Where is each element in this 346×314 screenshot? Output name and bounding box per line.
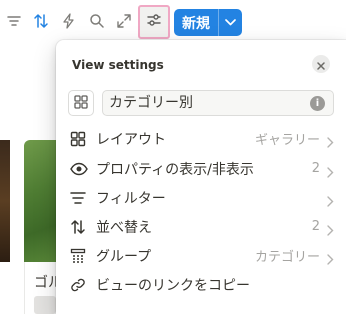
chevron-right-icon [327, 163, 334, 182]
link-icon [70, 277, 96, 293]
menu-item-layout[interactable]: レイアウト ギャラリー [60, 124, 342, 153]
close-icon [317, 55, 325, 74]
menu-item-value: ギャラリー [254, 133, 320, 148]
chevron-right-icon [327, 250, 334, 269]
group-icon [70, 248, 96, 264]
menu-item-value: 2 [311, 161, 320, 176]
menu-item-filter[interactable]: フィルター [60, 183, 342, 212]
menu-item-copy-link[interactable]: ビューのリンクをコピー [60, 270, 342, 299]
new-button-label: 新規 [182, 15, 210, 32]
chevron-down-icon[interactable] [219, 19, 242, 26]
menu-item-value: 2 [311, 219, 320, 234]
layout-icon [70, 131, 96, 147]
sort-icon[interactable] [31, 11, 51, 31]
chevron-right-icon [327, 221, 334, 240]
close-button[interactable] [312, 55, 330, 73]
gallery-icon [74, 94, 88, 113]
menu-item-sort[interactable]: 並べ替え 2 [60, 212, 342, 241]
gallery-card-image[interactable] [0, 140, 10, 262]
menu-item-label: レイアウト [96, 131, 166, 148]
menu-item-group[interactable]: グループ カテゴリー [60, 241, 342, 270]
sort-icon [70, 219, 96, 235]
chevron-right-icon [327, 133, 334, 152]
eye-icon [70, 162, 96, 176]
menu-item-label: フィルター [96, 190, 166, 207]
menu-item-label: グループ [96, 248, 152, 265]
view-toolbar: 新規 [0, 0, 346, 44]
filter-icon [70, 191, 96, 205]
new-button[interactable]: 新規 [174, 9, 242, 36]
filter-icon[interactable] [4, 11, 24, 31]
menu-item-label: プロパティの表示/非表示 [96, 161, 254, 178]
view-icon-button[interactable] [68, 90, 94, 116]
search-icon[interactable] [87, 11, 107, 31]
menu-item-label: 並べ替え [96, 219, 152, 236]
chevron-right-icon [327, 192, 334, 211]
menu-item-properties[interactable]: プロパティの表示/非表示 2 [60, 154, 342, 183]
settings-sliders-icon [146, 12, 162, 32]
view-name-row: カテゴリー別 i [68, 90, 334, 116]
menu-item-label: ビューのリンクをコピー [96, 277, 250, 294]
panel-title: View settings [72, 58, 164, 72]
view-name-value: カテゴリー別 [109, 95, 193, 111]
menu-item-value: カテゴリー [254, 250, 320, 265]
expand-icon[interactable] [114, 11, 134, 31]
view-settings-button[interactable] [138, 5, 170, 39]
gallery-card-tag [34, 296, 56, 314]
view-name-input[interactable]: カテゴリー別 i [102, 90, 334, 116]
info-icon[interactable]: i [310, 96, 325, 111]
automation-icon[interactable] [59, 11, 79, 31]
